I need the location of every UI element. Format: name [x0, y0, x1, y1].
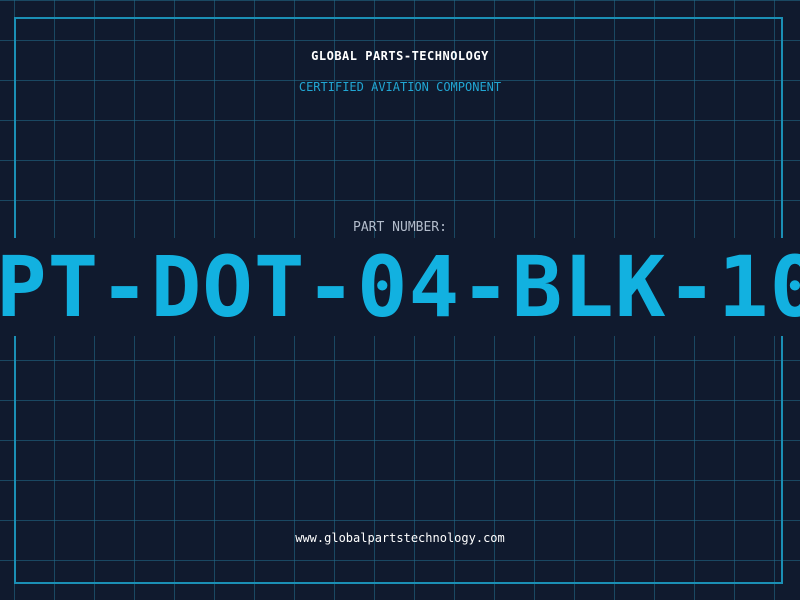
part-number-band: PT-DOT-04-BLK-1000 — [0, 238, 800, 336]
part-number-value: PT-DOT-04-BLK-1000 — [0, 238, 800, 336]
website-url: www.globalpartstechnology.com — [295, 531, 505, 545]
certification-tagline: CERTIFIED AVIATION COMPONENT — [298, 80, 502, 94]
company-name: GLOBAL PARTS-TECHNOLOGY — [311, 49, 489, 63]
part-number-label: PART NUMBER: — [353, 220, 447, 235]
part-label-card: GLOBAL PARTS-TECHNOLOGY CERTIFIED AVIATI… — [0, 0, 800, 600]
